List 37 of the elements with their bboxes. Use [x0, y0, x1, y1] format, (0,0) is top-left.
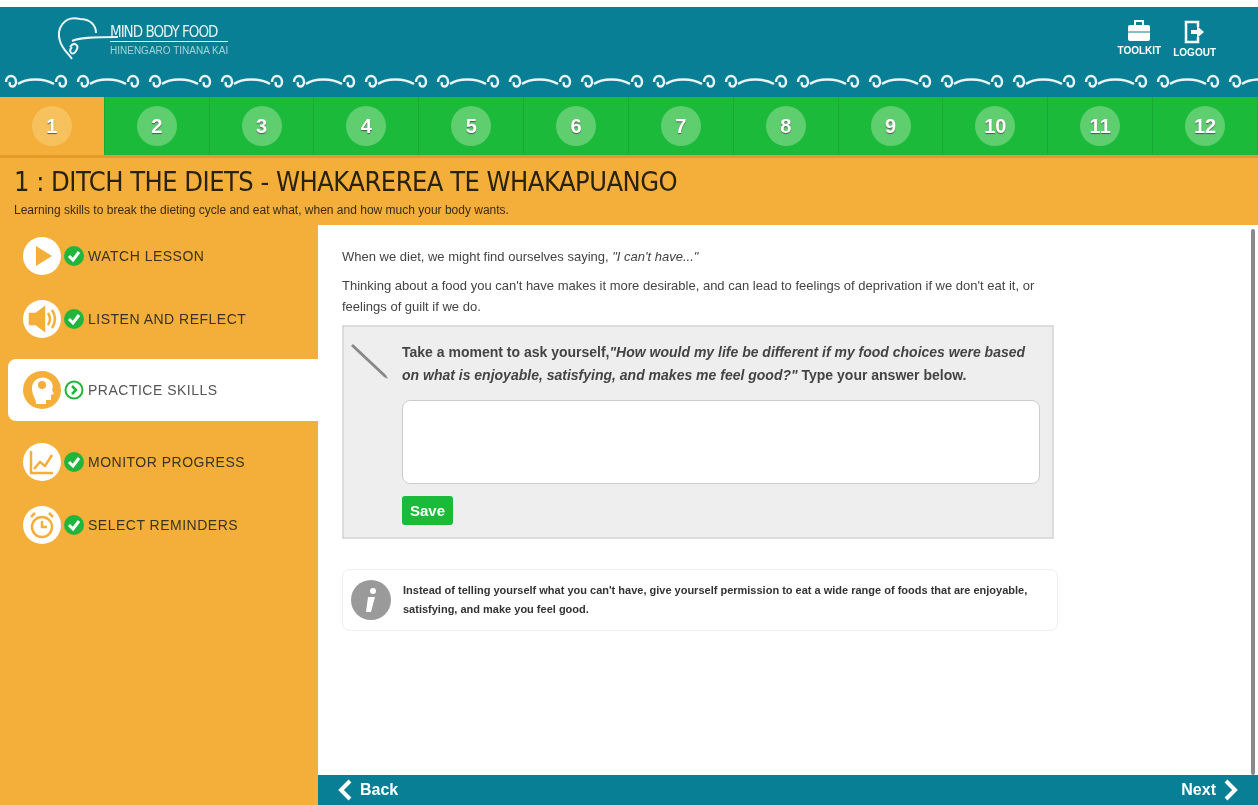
- check-icon: [64, 451, 84, 472]
- check-icon: [64, 514, 84, 535]
- chevron-left-icon: [338, 779, 352, 801]
- back-button[interactable]: Back: [332, 778, 405, 802]
- sidebar-item[interactable]: LISTEN AND REFLECT: [8, 296, 318, 341]
- check-icon: [64, 308, 84, 329]
- body-text: When we diet, we might find ourselves saying, "I can't have...": [342, 248, 700, 266]
- logout-icon: [1183, 20, 1206, 44]
- sidebar-item[interactable]: MONITOR PROGRESS: [8, 439, 318, 484]
- logout-button[interactable]: LOGOUT: [1171, 18, 1218, 60]
- chevron-circle-icon: [64, 380, 84, 400]
- play-icon: [22, 235, 62, 276]
- lesson-subtitle: Learning skills to break the dieting cycle and eat what, when and how much your body wants.: [14, 203, 510, 217]
- next-button[interactable]: Next: [1175, 778, 1244, 802]
- tip-text: Instead of telling yourself what you can't have, give yourself permission to eat a wide range of foods that are enjoyable, satisfying, and make you feel good.: [403, 583, 1029, 618]
- sidebar-item[interactable]: PRACTICE SKILLS: [8, 359, 318, 421]
- head-icon: [22, 370, 62, 410]
- speaker-icon: [22, 298, 62, 339]
- chart-icon: [22, 441, 62, 482]
- toolkit-button[interactable]: TOOLKIT: [1115, 18, 1164, 60]
- pencil-icon: [350, 341, 390, 382]
- check-icon: [64, 245, 84, 266]
- step-tab[interactable]: 1: [0, 97, 105, 155]
- chevron-right-icon: [1224, 779, 1238, 801]
- briefcase-icon: [1127, 20, 1152, 42]
- alarm-clock-icon: [22, 504, 62, 545]
- answer-field[interactable]: [402, 400, 1040, 485]
- logo-title: MIND BODY FOOD: [110, 22, 229, 42]
- sidebar-item[interactable]: SELECT REMINDERS: [8, 502, 318, 547]
- info-icon: [351, 580, 391, 621]
- lesson-title: 1 : DITCH THE DIETS - WHAKAREREA TE WHAKAPUANGO: [14, 166, 679, 197]
- exercise-prompt: Take a moment to ask yourself,"How would my life be different if my food choices were based on what is enjoyable, satisfying, and makes me feel good?" Type your answer below.: [402, 343, 1027, 385]
- scrollbar[interactable]: [1251, 229, 1255, 775]
- sidebar-item[interactable]: WATCH LESSON: [8, 233, 318, 278]
- save-button[interactable]: Save: [402, 496, 454, 526]
- body-text: Thinking about a food you can't have makes it more desirable, and can lead to feelings of deprivation if we don't eat it, or feelings of guilt if we do.: [342, 276, 1036, 316]
- logo-subtitle: HINENGARO TINANA KAI: [110, 44, 229, 56]
